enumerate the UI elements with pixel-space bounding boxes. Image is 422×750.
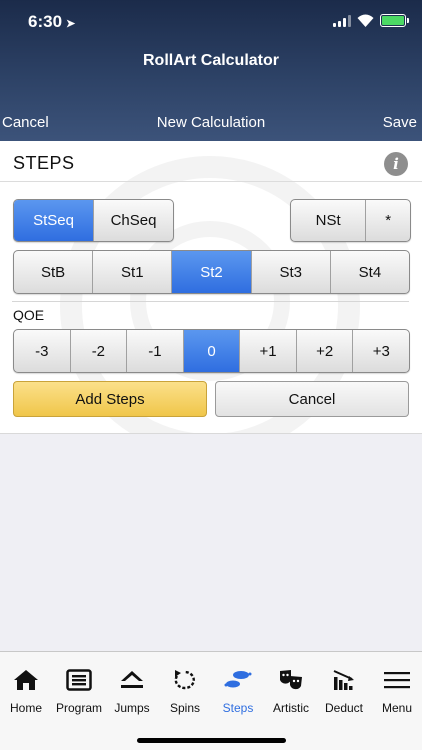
tab-menu[interactable]: Menu — [371, 652, 422, 722]
status-icons — [333, 14, 409, 27]
asterisk-button[interactable]: * — [366, 200, 410, 241]
level-st2-button[interactable]: St2 — [172, 251, 252, 293]
status-time-text: 6:30 — [28, 12, 63, 31]
cellular-signal-icon — [333, 14, 351, 27]
deduct-icon — [330, 667, 358, 693]
qoe-plus2-button[interactable]: +2 — [297, 330, 354, 372]
home-icon — [12, 667, 40, 693]
qoe-minus1-button[interactable]: -1 — [127, 330, 184, 372]
chseq-button[interactable]: ChSeq — [94, 200, 173, 241]
wifi-icon — [357, 14, 374, 27]
tab-deduct[interactable]: Deduct — [318, 652, 370, 722]
tab-spins[interactable]: Spins — [159, 652, 211, 722]
level-st1-button[interactable]: St1 — [93, 251, 173, 293]
special-selector: NSt * — [290, 199, 411, 242]
spins-icon — [171, 667, 199, 693]
nav-title: New Calculation — [156, 114, 266, 131]
divider — [12, 301, 409, 302]
artistic-icon — [277, 667, 305, 693]
steps-icon — [224, 667, 252, 693]
location-icon: ➤ — [66, 18, 76, 30]
tab-bar: Home Program Jumps Spins Steps Artistic — [0, 651, 422, 750]
qoe-zero-button[interactable]: 0 — [183, 330, 241, 372]
nav-cancel-button[interactable]: Cancel — [2, 114, 49, 131]
level-selector: StB St1 St2 St3 St4 — [13, 250, 410, 294]
tab-artistic[interactable]: Artistic — [265, 652, 317, 722]
qoe-plus1-button[interactable]: +1 — [240, 330, 297, 372]
info-icon[interactable]: i — [384, 152, 408, 176]
battery-icon — [380, 14, 409, 27]
qoe-plus3-button[interactable]: +3 — [353, 330, 409, 372]
tab-program[interactable]: Program — [53, 652, 105, 722]
tab-steps[interactable]: Steps — [212, 652, 264, 722]
home-indicator[interactable] — [137, 738, 286, 743]
sequence-type-selector: StSeq ChSeq — [13, 199, 174, 242]
app-header: 6:30 ➤ RollArt Calculator Cancel New Calc… — [0, 0, 422, 141]
section-title: STEPS — [13, 153, 75, 173]
qoe-minus2-button[interactable]: -2 — [71, 330, 128, 372]
status-time: 6:30 ➤ — [28, 12, 75, 32]
qoe-minus3-button[interactable]: -3 — [14, 330, 71, 372]
program-icon — [65, 667, 93, 693]
level-st3-button[interactable]: St3 — [252, 251, 331, 293]
add-steps-button[interactable]: Add Steps — [13, 381, 207, 417]
level-stb-button[interactable]: StB — [14, 251, 94, 293]
steps-panel: STEPS i StSeq ChSeq NSt * StB St1 St2 St… — [0, 141, 422, 434]
navigation-bar: Cancel New Calculation Save — [0, 114, 422, 134]
stseq-button[interactable]: StSeq — [14, 200, 94, 241]
nst-button[interactable]: NSt — [291, 200, 367, 241]
qoe-label: QOE — [13, 307, 45, 323]
tab-home[interactable]: Home — [0, 652, 52, 722]
section-header: STEPS i — [0, 141, 422, 182]
nav-save-button[interactable]: Save — [383, 114, 417, 131]
cancel-button[interactable]: Cancel — [215, 381, 409, 417]
qoe-selector: -3 -2 -1 0 +1 +2 +3 — [13, 329, 410, 373]
level-st4-button[interactable]: St4 — [331, 251, 409, 293]
tab-menu-label: Menu — [381, 701, 413, 715]
jumps-icon — [118, 667, 146, 693]
tab-jumps[interactable]: Jumps — [106, 652, 158, 722]
menu-icon — [383, 667, 411, 693]
app-title: RollArt Calculator — [142, 52, 279, 69]
